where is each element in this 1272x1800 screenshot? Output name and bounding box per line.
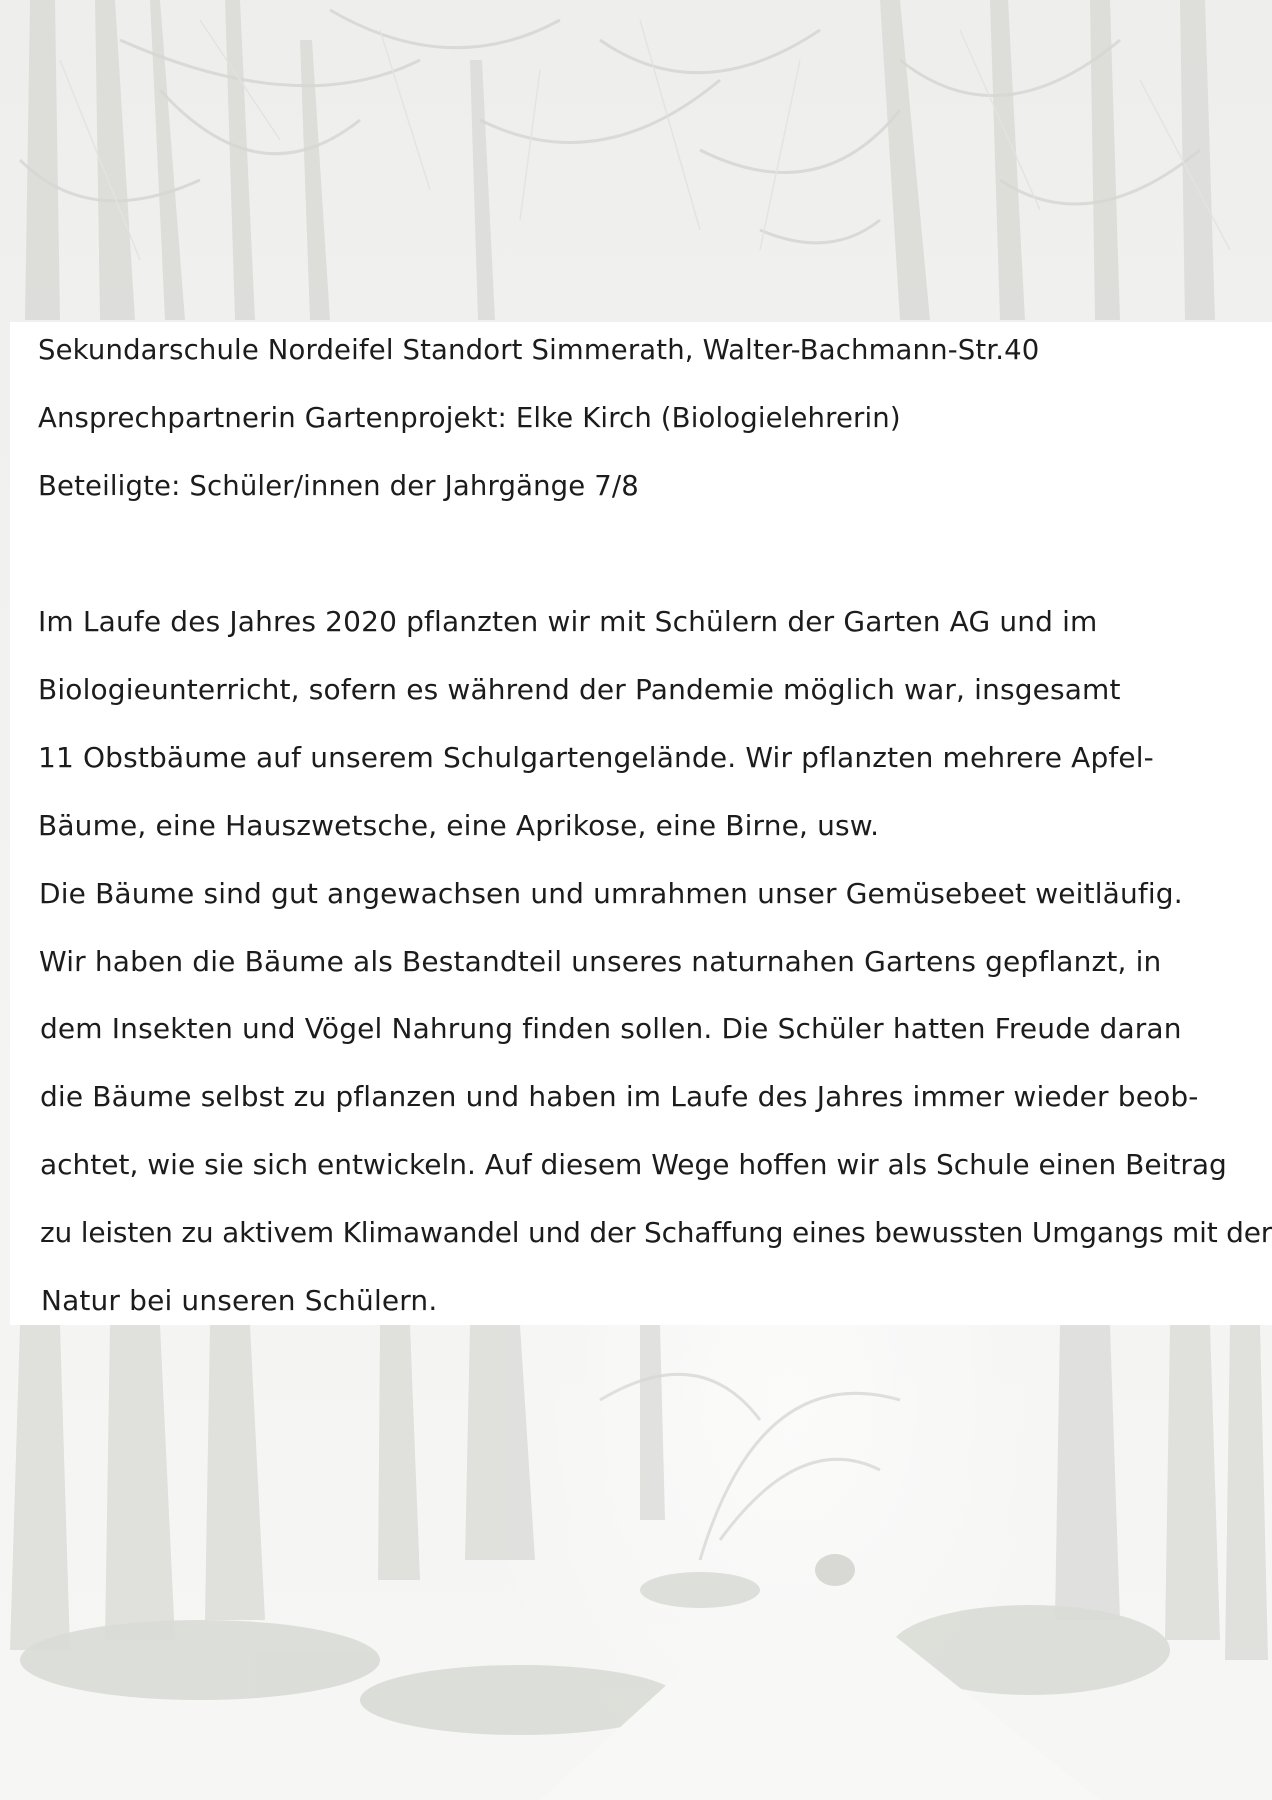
school-address: Sekundarschule Nordeifel Standort Simmer…	[38, 334, 1040, 366]
body-line: Bäume, eine Hauszwetsche, eine Aprikose,…	[38, 809, 880, 842]
body-line: zu leisten zu aktivem Klimawandel und de…	[40, 1216, 1272, 1249]
body-line: Im Laufe des Jahres 2020 pflanzten wir m…	[38, 605, 1098, 638]
body-line: Natur bei unseren Schülern.	[41, 1284, 438, 1317]
body-line: dem Insekten und Vögel Nahrung finden so…	[40, 1012, 1182, 1045]
body-line: Die Bäume sind gut angewachsen und umrah…	[39, 877, 1183, 910]
body-line: 11 Obstbäume auf unserem Schulgartengelä…	[38, 741, 1154, 774]
body-line: Wir haben die Bäume als Bestandteil unse…	[39, 945, 1162, 978]
body-line: Biologieunterricht, sofern es während de…	[38, 673, 1121, 706]
body-line: die Bäume selbst zu pflanzen und haben i…	[40, 1080, 1199, 1113]
participants: Beteiligte: Schüler/innen der Jahrgänge …	[38, 470, 639, 502]
contact-person: Ansprechpartnerin Gartenprojekt: Elke Ki…	[38, 402, 901, 434]
body-line: achtet, wie sie sich entwickeln. Auf die…	[40, 1148, 1227, 1181]
text-panel: Sekundarschule Nordeifel Standort Simmer…	[10, 322, 1272, 1325]
